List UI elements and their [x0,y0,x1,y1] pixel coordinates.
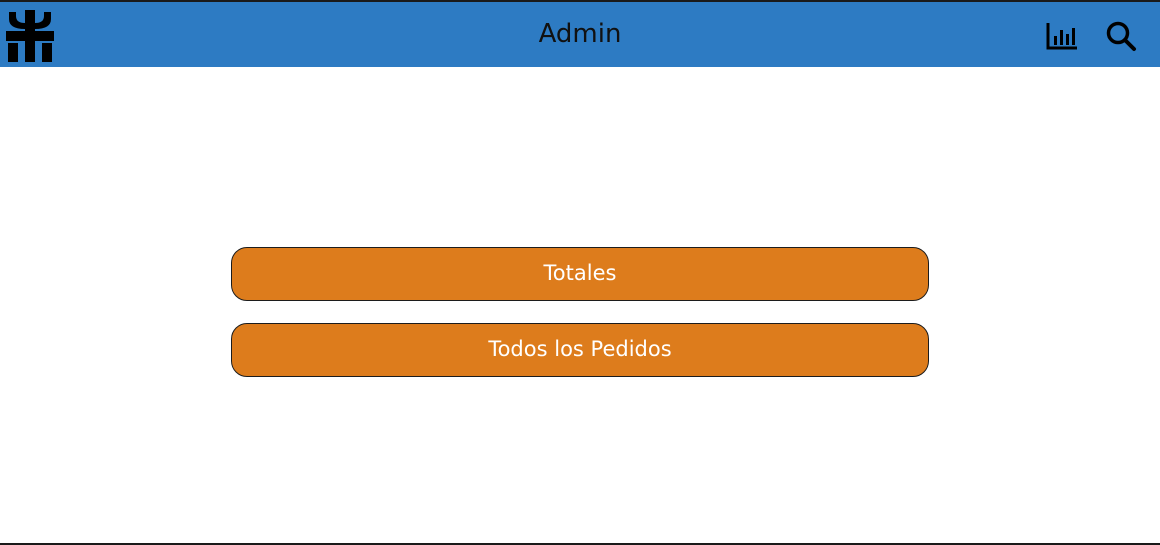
bar-chart-icon [1046,23,1077,50]
page-title: Admin [538,19,622,49]
search-button[interactable] [1103,18,1139,54]
app-window: Admin Totales Todos los Pedidos [0,0,1160,545]
top-bar: Admin [0,2,1160,67]
search-icon [1106,21,1136,51]
utn-logo-icon [6,10,54,62]
todos-los-pedidos-button[interactable]: Todos los Pedidos [231,323,929,377]
totales-button[interactable]: Totales [231,247,929,301]
stats-button[interactable] [1044,18,1080,54]
